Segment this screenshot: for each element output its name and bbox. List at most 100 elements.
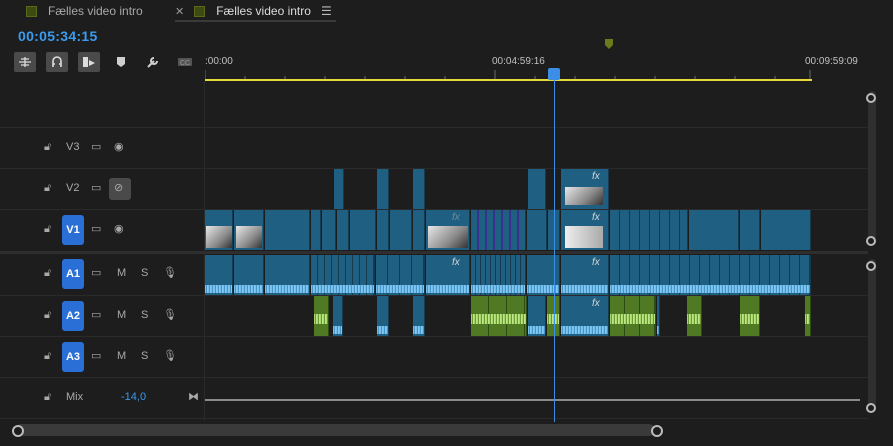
track-name[interactable]: V2 xyxy=(66,182,79,194)
work-area-bar[interactable] xyxy=(205,79,812,81)
video-clip-group[interactable] xyxy=(471,210,526,250)
video-clip[interactable] xyxy=(528,169,546,209)
lock-icon[interactable]: 🔓︎ xyxy=(44,350,51,363)
video-clip[interactable] xyxy=(527,210,547,250)
audio-clip-green-group[interactable] xyxy=(471,296,527,336)
video-clip[interactable] xyxy=(322,210,336,250)
audio-clip-group[interactable] xyxy=(471,255,526,295)
video-clip[interactable] xyxy=(350,210,376,250)
scroll-handle[interactable] xyxy=(866,236,876,246)
track-target-button[interactable]: V1 xyxy=(62,215,84,245)
video-clip[interactable] xyxy=(205,210,233,250)
mute-button[interactable]: M xyxy=(117,267,126,279)
playhead-handle[interactable] xyxy=(548,68,560,80)
microphone-icon[interactable]: 🎙︎ xyxy=(163,308,177,321)
audio-clip[interactable] xyxy=(234,255,264,295)
sync-lock-icon[interactable]: ▭ xyxy=(91,308,101,321)
audio-clip[interactable] xyxy=(333,296,343,336)
mute-button[interactable]: M xyxy=(117,350,126,362)
audio-clip-green[interactable] xyxy=(314,296,329,336)
video-audio-divider[interactable] xyxy=(0,251,868,254)
add-marker-button[interactable] xyxy=(110,52,132,72)
zoom-handle-left[interactable] xyxy=(12,425,24,437)
video-clip[interactable]: fx xyxy=(561,169,609,209)
video-clip[interactable] xyxy=(689,210,739,250)
video-clip[interactable] xyxy=(377,169,389,209)
sync-lock-icon[interactable]: ▭ xyxy=(91,349,101,362)
video-clip[interactable] xyxy=(334,169,344,209)
audio-clip[interactable] xyxy=(377,296,389,336)
audio-clip-green[interactable] xyxy=(740,296,760,336)
audio-clip[interactable] xyxy=(265,255,310,295)
tab-sequence-2[interactable]: ✕ Fælles video intro ☰ xyxy=(175,0,336,22)
mute-button[interactable]: M xyxy=(117,309,126,321)
insert-nest-toggle[interactable] xyxy=(14,52,36,72)
audio-clip[interactable] xyxy=(528,296,546,336)
lock-icon[interactable]: 🔓︎ xyxy=(44,223,51,236)
audio-clip-green[interactable] xyxy=(805,296,811,336)
video-clip[interactable] xyxy=(311,210,321,250)
lock-icon[interactable]: 🔓︎ xyxy=(44,141,51,154)
scroll-handle[interactable] xyxy=(866,93,876,103)
audio-clip-green-group[interactable] xyxy=(610,296,656,336)
audio-clip[interactable] xyxy=(205,255,233,295)
video-clip[interactable]: fx xyxy=(426,210,470,250)
microphone-icon[interactable]: 🎙︎ xyxy=(163,349,177,362)
playhead-timecode[interactable]: 00:05:34:15 xyxy=(18,28,98,44)
horizontal-zoom-scrollbar[interactable] xyxy=(15,424,655,436)
audio-clip-group[interactable] xyxy=(610,255,811,295)
sync-lock-icon[interactable]: ▭ xyxy=(91,140,101,153)
video-vertical-scrollbar[interactable] xyxy=(868,91,876,241)
lock-icon[interactable]: 🔓︎ xyxy=(44,182,51,195)
track-target-button[interactable]: A2 xyxy=(62,301,84,331)
video-clip-group[interactable] xyxy=(610,210,688,250)
close-icon[interactable]: ✕ xyxy=(175,5,184,18)
video-clip[interactable] xyxy=(740,210,760,250)
tab-sequence-1[interactable]: Fælles video intro xyxy=(26,0,143,22)
video-clip[interactable] xyxy=(390,210,412,250)
video-clip[interactable] xyxy=(413,210,425,250)
audio-clip[interactable] xyxy=(527,255,560,295)
scroll-handle[interactable] xyxy=(866,403,876,413)
track-target-button[interactable]: A1 xyxy=(62,259,84,289)
video-clip[interactable] xyxy=(761,210,811,250)
track-name[interactable]: V3 xyxy=(66,141,79,153)
menu-icon[interactable]: ☰ xyxy=(321,4,332,18)
mix-volume-value[interactable]: -14,0 xyxy=(121,391,146,403)
snap-button[interactable] xyxy=(46,52,68,72)
audio-clip[interactable] xyxy=(413,296,425,336)
audio-clip-group[interactable] xyxy=(311,255,375,295)
audio-clip[interactable]: fx xyxy=(561,296,609,336)
audio-clip-group[interactable] xyxy=(376,255,425,295)
eye-icon[interactable]: ◉ xyxy=(114,222,124,235)
audio-vertical-scrollbar[interactable] xyxy=(868,259,876,409)
video-clip[interactable] xyxy=(377,210,389,250)
video-clip[interactable] xyxy=(413,169,425,209)
sync-lock-icon[interactable]: ▭ xyxy=(91,181,101,194)
solo-button[interactable]: S xyxy=(141,309,148,321)
zoom-handle-right[interactable] xyxy=(651,425,663,437)
track-target-button[interactable]: A3 xyxy=(62,342,84,372)
marker-icon[interactable] xyxy=(604,38,614,50)
lock-icon[interactable]: 🔓︎ xyxy=(44,391,51,404)
lock-icon[interactable]: 🔓︎ xyxy=(44,309,51,322)
lock-icon[interactable]: 🔓︎ xyxy=(44,267,51,280)
audio-clip[interactable]: fx xyxy=(561,255,609,295)
audio-clip-green[interactable] xyxy=(687,296,702,336)
sync-lock-icon[interactable]: ▭ xyxy=(91,266,101,279)
audio-clip[interactable] xyxy=(657,296,660,336)
solo-button[interactable]: S xyxy=(141,267,148,279)
eye-icon[interactable]: ◉ xyxy=(114,140,124,153)
scroll-handle[interactable] xyxy=(866,261,876,271)
linked-selection-button[interactable] xyxy=(78,52,100,72)
video-clip[interactable]: fx xyxy=(561,210,609,250)
timeline-settings-button[interactable] xyxy=(142,52,164,72)
sync-lock-icon[interactable]: ▭ xyxy=(91,222,101,235)
video-clip[interactable] xyxy=(337,210,349,250)
solo-button[interactable]: S xyxy=(141,350,148,362)
video-clip[interactable] xyxy=(234,210,264,250)
go-to-edit-icon[interactable]: ⧓ xyxy=(188,390,199,403)
mix-volume-line[interactable] xyxy=(205,399,860,401)
captions-button[interactable]: CC xyxy=(174,52,196,72)
video-clip[interactable] xyxy=(265,210,310,250)
